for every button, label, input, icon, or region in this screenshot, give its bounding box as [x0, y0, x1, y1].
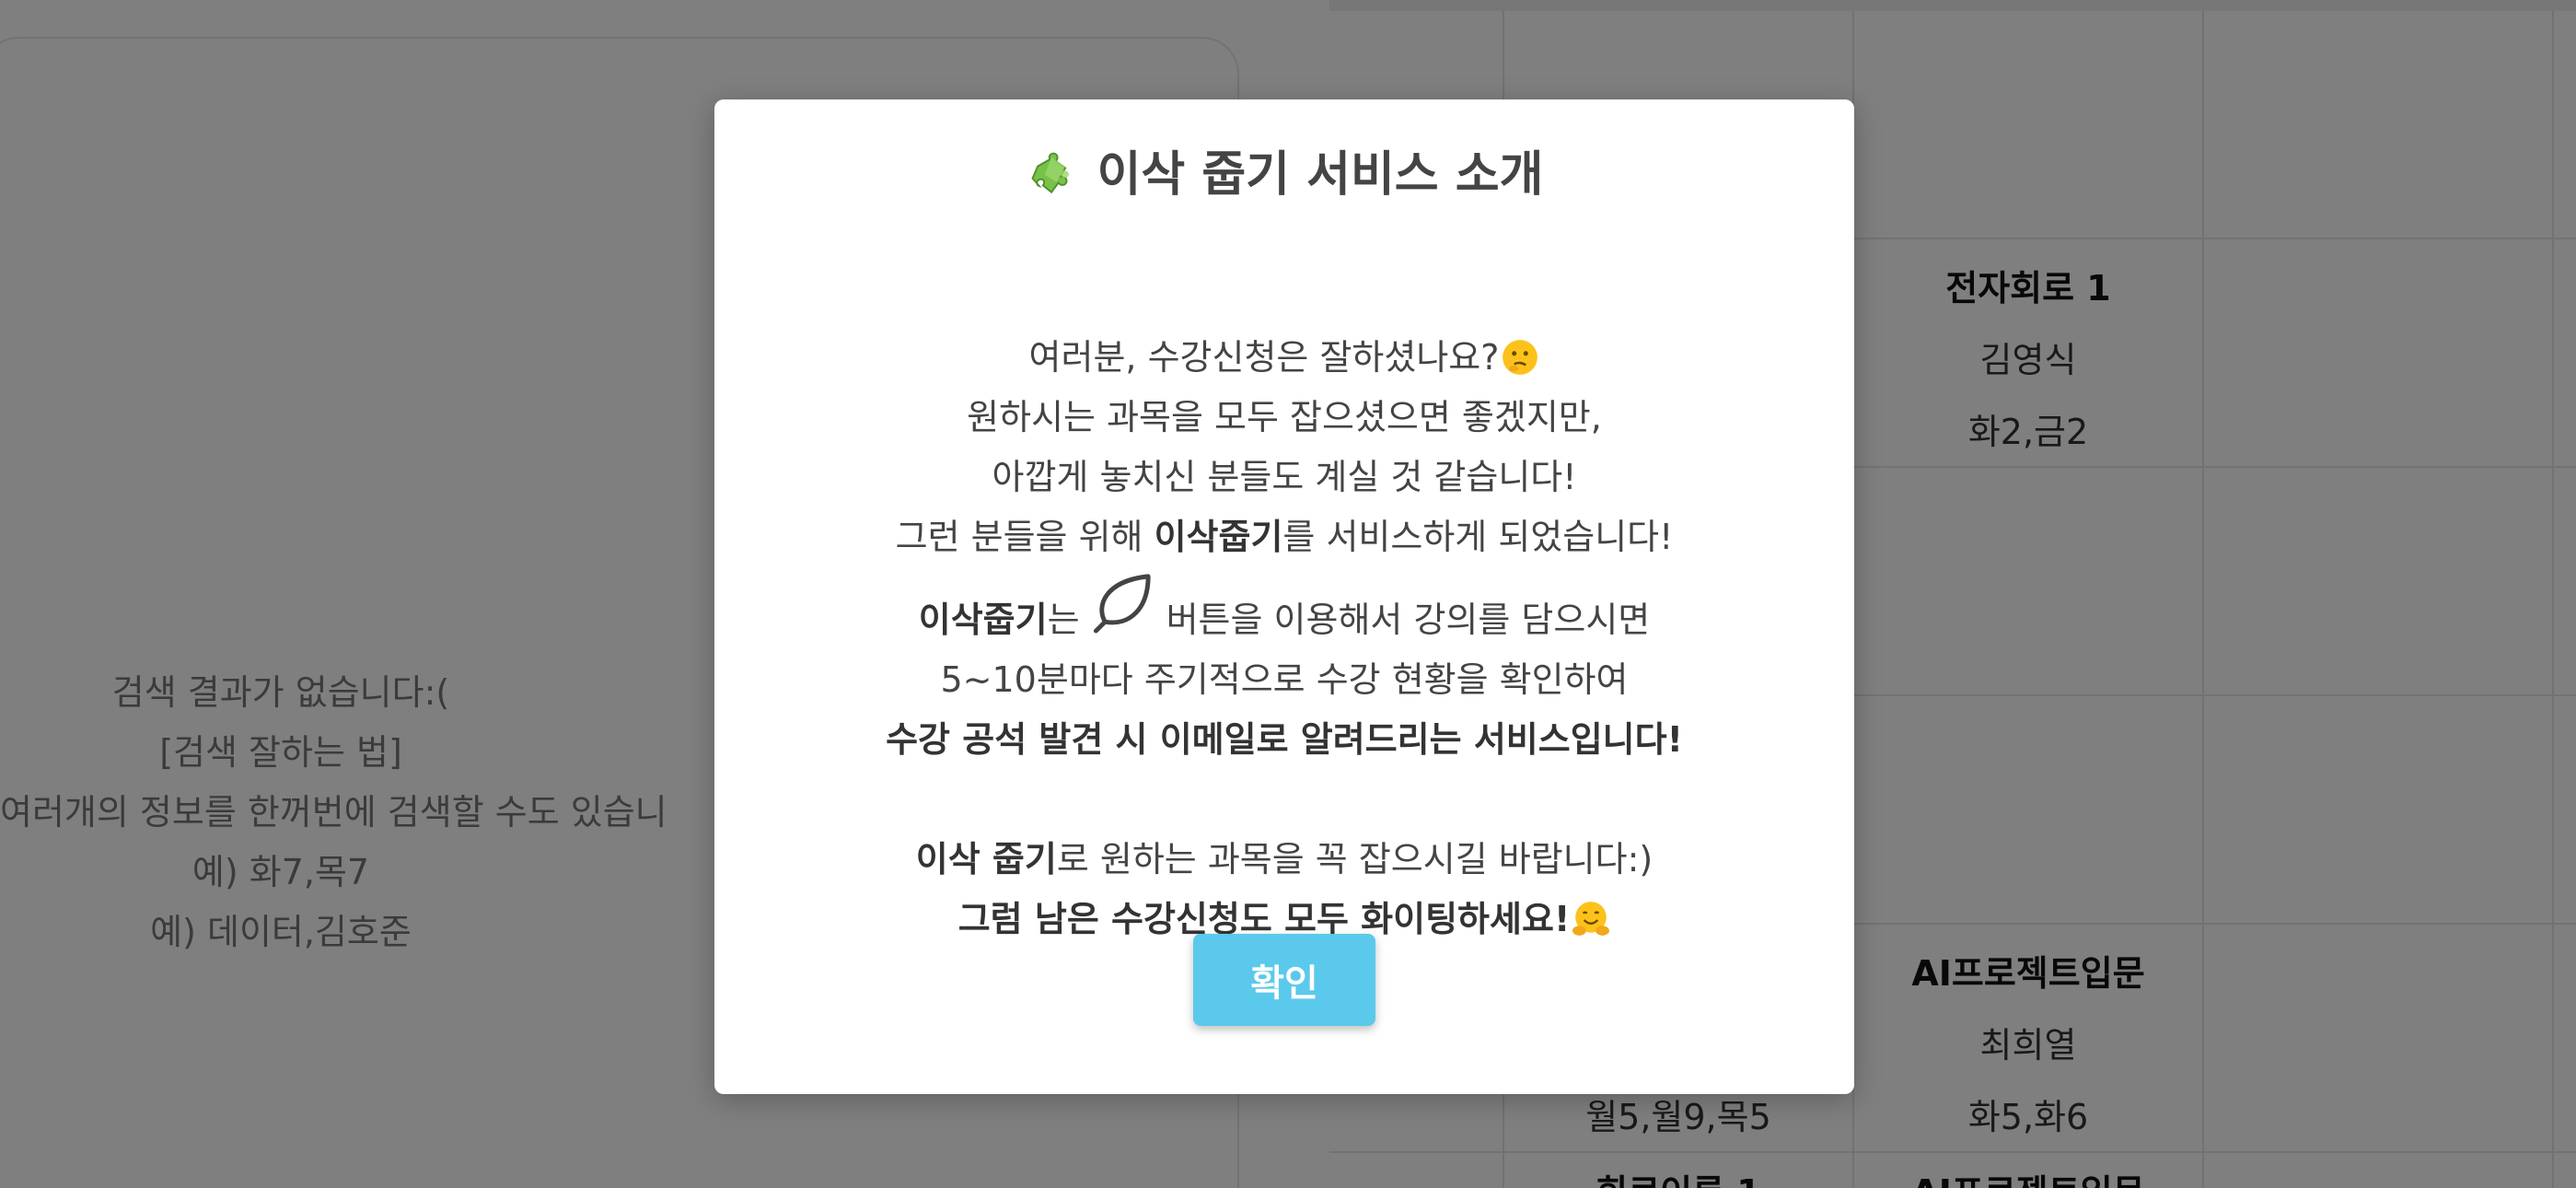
leaf-icon: [1093, 574, 1151, 634]
modal-text-line: 아깝게 놓치신 분들도 계실 것 같습니다!: [992, 457, 1577, 497]
confirm-button[interactable]: 확인: [1193, 934, 1375, 1026]
modal-text: 버튼을 이용해서 강의를 담으시면: [1166, 600, 1651, 640]
modal-text-line: 수강 공석 발견 시 이메일로 알려드리는 서비스입니다!: [714, 710, 1854, 770]
modal-text-line: 여러분, 수강신청은 잘하셨나요?: [714, 328, 1854, 388]
service-name-bold: 이삭 줍기: [915, 839, 1057, 879]
modal-text-line: 그런 분들을 위해 이삭줍기를 서비스하게 되었습니다!: [714, 507, 1854, 567]
service-name-bold: 이삭줍기: [1154, 517, 1283, 557]
modal-spacer: [714, 770, 1854, 830]
modal-text-line: 원하시는 과목을 모두 잡으셨으면 좋겠지만,: [967, 397, 1602, 437]
modal-text: 는: [1047, 600, 1080, 640]
modal-title: 이삭 줍기 서비스 소개: [714, 138, 1854, 212]
puzzle-piece-icon: [1030, 152, 1069, 194]
hugging-face-icon: [1572, 902, 1610, 936]
modal-text: 그런 분들을 위해: [895, 517, 1155, 557]
modal-text: 로 원하는 과목을 꼭 잡으시길 바랍니다:): [1056, 839, 1654, 879]
modal-title-text: 이삭 줍기 서비스 소개: [1097, 147, 1544, 203]
thinking-face-icon: [1503, 340, 1538, 375]
modal-text-bold: 수강 공석 발견 시 이메일로 알려드리는 서비스입니다!: [886, 719, 1683, 760]
service-name-bold: 이삭줍기: [918, 600, 1048, 640]
modal-text-line: 5~10분마다 주기적으로 수강 현황을 확인하여: [940, 659, 1629, 700]
modal-text-line: 이삭 줍기로 원하는 과목을 꼭 잡으시길 바랍니다:): [714, 830, 1854, 890]
modal-text-line: 이삭줍기는 버튼을 이용해서 강의를 담으시면: [714, 567, 1854, 650]
modal-body: 여러분, 수강신청은 잘하셨나요? 원하시는 과목을 모두 잡으셨으면 좋겠지만…: [714, 328, 1854, 949]
modal-text: 여러분, 수강신청은 잘하셨나요?: [1028, 337, 1500, 378]
modal-text: 를 서비스하게 되었습니다!: [1282, 517, 1674, 557]
